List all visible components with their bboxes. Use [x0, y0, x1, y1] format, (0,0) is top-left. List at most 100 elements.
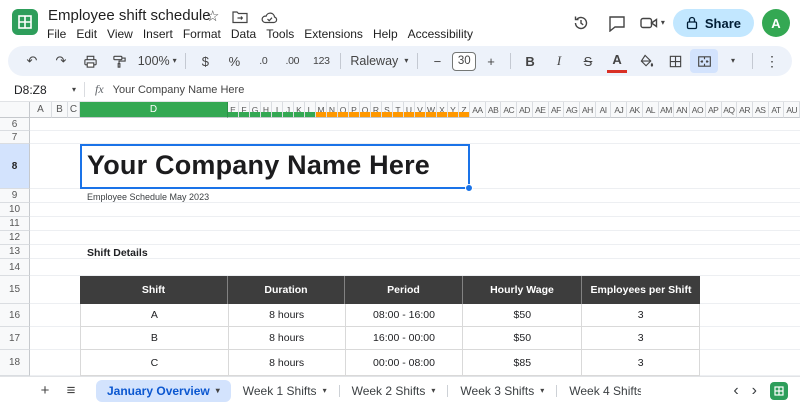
menu-item[interactable]: Edit	[71, 25, 102, 43]
row-header[interactable]: 6	[0, 118, 30, 131]
column-header[interactable]: A	[30, 102, 52, 118]
table-header-cell[interactable]: Period	[345, 276, 463, 304]
column-header[interactable]: AU	[784, 102, 800, 118]
text-color-button[interactable]: A	[603, 48, 631, 75]
star-icon[interactable]: ☆	[206, 9, 219, 25]
table-header-cell[interactable]: Shift	[80, 276, 228, 304]
menu-item[interactable]: Tools	[261, 25, 299, 43]
row-header-selected[interactable]: 8	[0, 144, 30, 189]
column-header[interactable]: G	[250, 102, 261, 118]
paint-format-button[interactable]	[105, 49, 133, 73]
decrease-font-size-button[interactable]: −	[423, 49, 451, 73]
column-header[interactable]: T	[393, 102, 404, 118]
column-header[interactable]: J	[283, 102, 294, 118]
video-call-button[interactable]: ▾	[639, 15, 665, 31]
format-currency-button[interactable]: $	[191, 49, 219, 73]
column-header[interactable]: K	[294, 102, 305, 118]
sheets-logo-icon[interactable]	[12, 9, 38, 35]
undo-button[interactable]: ↶	[18, 49, 46, 73]
menu-item[interactable]: Data	[226, 25, 261, 43]
column-header[interactable]: AD	[517, 102, 533, 118]
column-header[interactable]: W	[426, 102, 437, 118]
spreadsheet-grid[interactable]: A B C D EFGHIJKL MNOPQRSTUVWXYZ AA AB AC AD…	[0, 102, 800, 376]
column-header[interactable]: AG	[564, 102, 581, 118]
strikethrough-button[interactable]: S	[574, 49, 602, 73]
add-sheet-button[interactable]: +	[32, 378, 58, 404]
print-button[interactable]	[76, 49, 104, 73]
table-cell[interactable]: $85	[463, 350, 583, 376]
comment-icon[interactable]	[603, 9, 631, 37]
column-header[interactable]: AK	[627, 102, 643, 118]
menu-item[interactable]: Format	[178, 25, 226, 43]
font-size-input[interactable]: 30	[452, 51, 477, 71]
formula-input[interactable]: Your Company Name Here	[113, 84, 245, 96]
row-header[interactable]: 16	[0, 304, 30, 327]
merge-options-button[interactable]: ▾	[719, 49, 747, 73]
table-cell[interactable]: 08:00 - 16:00	[345, 304, 464, 327]
column-header[interactable]: Y	[448, 102, 459, 118]
zoom-select[interactable]: 100% ▾	[134, 49, 180, 73]
table-header-cell[interactable]: Employees per Shift	[582, 276, 700, 304]
column-header[interactable]: P	[349, 102, 360, 118]
column-header[interactable]: AQ	[721, 102, 738, 118]
table-cell[interactable]: 3	[582, 327, 701, 350]
column-header[interactable]: H	[261, 102, 272, 118]
all-sheets-button[interactable]: ≡	[58, 378, 84, 404]
italic-button[interactable]: I	[545, 49, 573, 73]
sheets-badge-icon[interactable]	[770, 382, 788, 400]
section-heading-cell[interactable]: Shift Details	[87, 247, 148, 259]
column-header[interactable]: R	[371, 102, 382, 118]
row-header[interactable]: 18	[0, 350, 30, 376]
sheet-tab[interactable]: Week 2 Shifts ▾	[342, 380, 446, 402]
sheet-tab[interactable]: Week 1 Shifts ▾	[233, 380, 337, 402]
row-header[interactable]: 9	[0, 189, 30, 203]
table-cell[interactable]: 8 hours	[228, 327, 346, 350]
menu-item[interactable]: Help	[368, 25, 403, 43]
table-cell[interactable]: A	[81, 304, 229, 327]
font-select[interactable]: Raleway ▾	[346, 49, 412, 73]
column-header[interactable]: C	[68, 102, 80, 118]
share-button[interactable]: Share	[672, 9, 754, 37]
version-history-icon[interactable]	[567, 9, 595, 37]
table-cell[interactable]: $50	[463, 304, 583, 327]
column-header[interactable]: O	[338, 102, 349, 118]
column-header[interactable]: AH	[580, 102, 596, 118]
more-options-button[interactable]: ⋮	[758, 49, 786, 73]
column-header[interactable]: F	[239, 102, 250, 118]
row-header[interactable]: 11	[0, 217, 30, 231]
merge-cells-button[interactable]	[690, 49, 719, 73]
table-cell[interactable]: 00:00 - 08:00	[345, 350, 464, 376]
table-cell[interactable]: 16:00 - 00:00	[345, 327, 464, 350]
document-title[interactable]: Employee shift schedule	[48, 7, 211, 24]
column-header[interactable]: AE	[532, 102, 549, 118]
sheet-tab-active[interactable]: January Overview ▾	[96, 379, 231, 402]
column-header[interactable]: E	[228, 102, 239, 118]
decrease-decimal-button[interactable]: .0	[249, 49, 277, 73]
column-header[interactable]: AC	[501, 102, 518, 118]
subtitle-cell[interactable]: Employee Schedule May 2023	[87, 192, 209, 202]
table-cell[interactable]: 8 hours	[228, 304, 346, 327]
column-header[interactable]: Q	[360, 102, 371, 118]
column-header[interactable]: Z	[459, 102, 470, 118]
column-header[interactable]: AF	[548, 102, 565, 118]
fill-color-button[interactable]	[632, 49, 660, 73]
menu-item[interactable]: View	[102, 25, 138, 43]
column-header[interactable]: AJ	[611, 102, 628, 118]
row-header[interactable]: 10	[0, 203, 30, 217]
column-header[interactable]: V	[415, 102, 426, 118]
borders-button[interactable]	[661, 49, 689, 73]
column-header[interactable]: AB	[485, 102, 502, 118]
fill-handle[interactable]	[465, 184, 473, 192]
bold-button[interactable]: B	[516, 49, 544, 73]
table-cell[interactable]: C	[81, 350, 229, 376]
table-header-cell[interactable]: Hourly Wage	[463, 276, 582, 304]
scroll-tabs-right-button[interactable]: ›	[752, 383, 757, 399]
select-all-corner[interactable]	[0, 102, 30, 118]
name-box[interactable]: D8:Z8 ▾	[14, 83, 76, 97]
row-header[interactable]: 13	[0, 245, 30, 259]
sheet-tab[interactable]: Week 4 Shifts	[559, 380, 651, 402]
column-header[interactable]: AL	[642, 102, 659, 118]
column-header[interactable]: AP	[705, 102, 722, 118]
table-cell[interactable]: 8 hours	[228, 350, 346, 376]
column-header[interactable]: S	[382, 102, 393, 118]
